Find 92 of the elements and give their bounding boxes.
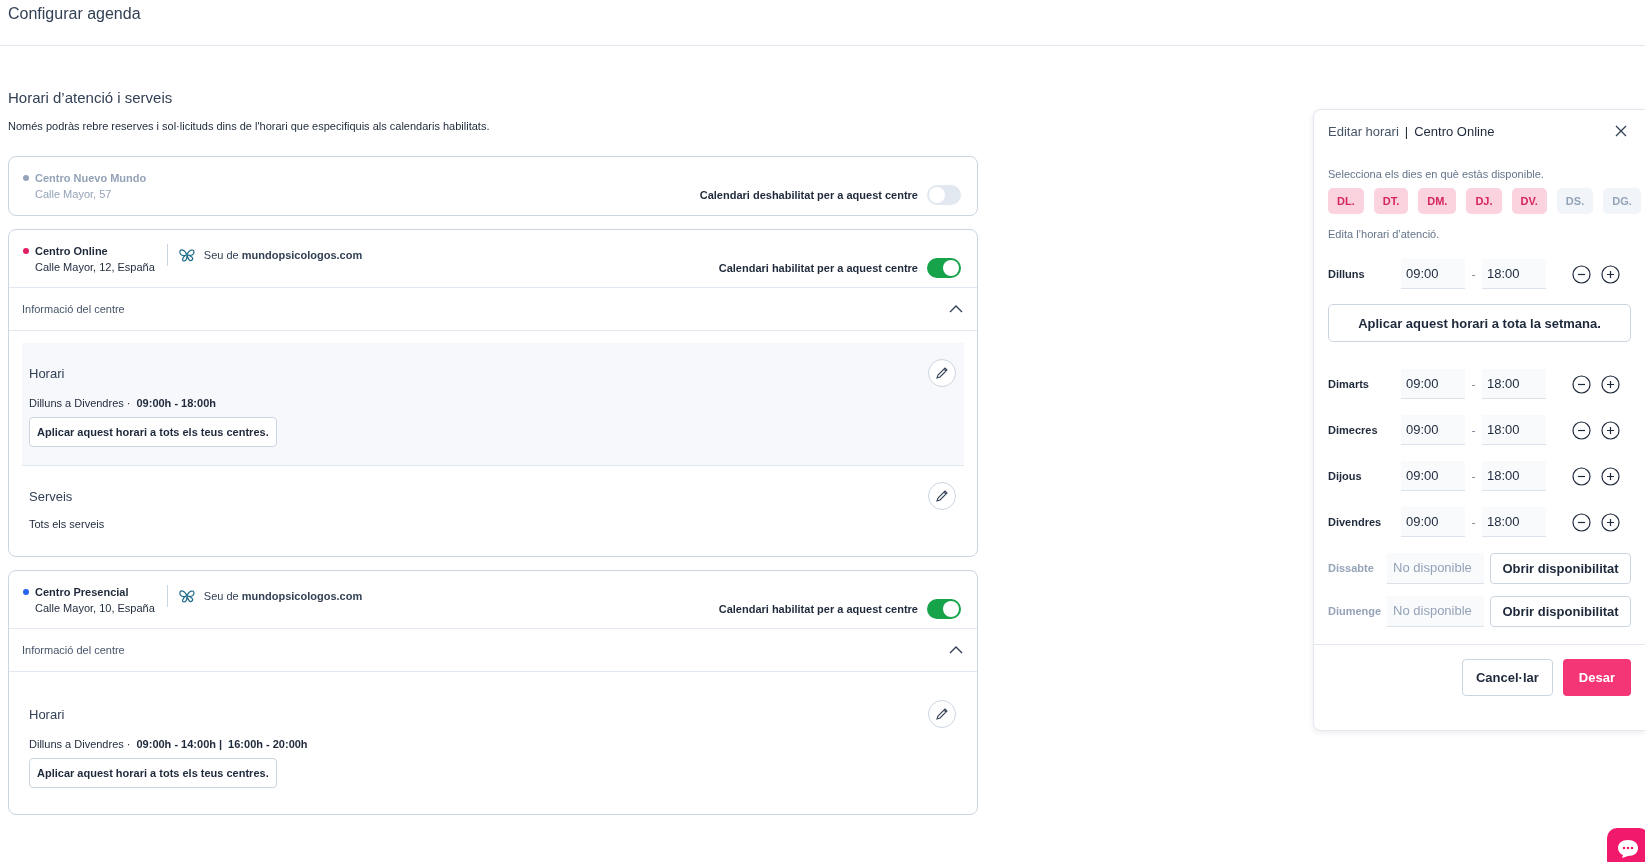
chevron-icon[interactable] [949,646,963,654]
center-name: Centro Presencial [35,585,129,598]
chat-button[interactable] [1607,828,1645,862]
center-address: Calle Mayor, 12, España [35,260,155,273]
end-time-field[interactable]: 18:00 [1482,369,1546,399]
add-icon[interactable] [1601,512,1620,532]
pencil-icon [935,489,949,503]
cancel-button[interactable]: Cancel·lar [1462,659,1553,696]
info-label: Informació del centre [22,644,125,656]
edit-prompt: Edita l’horari d’atenció. [1328,228,1441,240]
days-prompt: Selecciona els dies en què estàs disponible. [1328,168,1545,180]
section-heading: Serveis [29,488,73,504]
chevron-icon[interactable] [949,305,963,313]
hours-range: 09:00h - 18:00h [136,397,216,409]
remove-icon[interactable] [1572,420,1591,440]
info-label: Informació del centre [22,303,125,315]
day-label: Diumenge [1328,605,1383,617]
calendar-toggle[interactable] [927,598,961,619]
start-time-field[interactable]: 09:00 [1401,369,1465,399]
pencil-icon [935,707,949,721]
site-label: Seu de mundopsicologos.com [203,248,363,261]
edit-button[interactable] [928,359,956,387]
title-separator: | [1404,123,1409,139]
day-chip[interactable]: DL. [1328,188,1364,214]
center-name: Centro Nuevo Mundo [35,172,147,184]
section-heading: Horari [29,706,65,722]
add-icon[interactable] [1601,420,1620,440]
day-chip[interactable]: DV. [1511,188,1547,214]
apply-all-button[interactable]: Aplicar aquest horari a tots els teus centres. [29,758,277,788]
services-text: Tots els serveis [29,518,106,530]
toggle-label: Calendari deshabilitat per a aquest centre [699,189,918,201]
day-label: Dimarts [1328,378,1370,390]
apply-week-button[interactable]: Aplicar aquest horari a tota la setmana. [1328,304,1631,342]
open-availability-button[interactable]: Obrir disponibilitat [1490,552,1631,584]
remove-icon[interactable] [1572,512,1591,532]
days-range: Dilluns a Divendres · [29,397,131,409]
edit-button[interactable] [928,700,956,728]
close-icon[interactable] [1615,125,1627,137]
remove-icon[interactable] [1572,466,1591,486]
start-time-field[interactable]: 09:00 [1401,259,1465,289]
remove-icon[interactable] [1572,264,1591,284]
butterfly-icon [177,587,196,604]
day-label: Dijous [1328,470,1363,482]
unavailable-field[interactable]: No disponible [1387,595,1485,627]
add-icon[interactable] [1601,466,1620,486]
time-separator: - [1470,378,1477,390]
center-name: Centro Online [35,244,108,257]
start-time-field[interactable]: 09:00 [1401,415,1465,445]
chat-bubble-icon [1616,839,1640,859]
end-time-field[interactable]: 18:00 [1482,415,1546,445]
hours-range: 09:00h - 14:00h | [136,738,223,750]
day-label: Dissabte [1328,562,1375,574]
unavailable-field[interactable]: No disponible [1387,552,1485,584]
panel-center-name: Centro Online [1414,123,1495,139]
save-button[interactable]: Desar [1562,659,1631,696]
center-address: Calle Mayor, 10, España [35,601,155,614]
remove-icon[interactable] [1572,374,1591,394]
site-label: Seu de mundopsicologos.com [203,589,363,602]
apply-all-button[interactable]: Aplicar aquest horari a tots els teus centres. [29,417,277,447]
calendar-toggle[interactable] [927,185,961,205]
end-time-field[interactable]: 18:00 [1482,507,1546,537]
time-separator: - [1470,424,1477,436]
day-chip[interactable]: DJ. [1466,188,1502,214]
day-chip[interactable]: DM. [1418,188,1457,214]
pencil-icon [935,366,949,380]
butterfly-icon [177,246,196,263]
day-chip[interactable]: DT. [1373,188,1409,214]
center-address: Calle Mayor, 57 [35,188,113,200]
days-range: Dilluns a Divendres · [29,738,131,750]
section-title: Horari d’atenció i serveis [8,89,174,106]
time-separator: - [1470,268,1477,280]
toggle-label: Calendari habilitat per a aquest centre [718,261,918,274]
panel-title: Editar horari [1328,123,1399,139]
start-time-field[interactable]: 09:00 [1401,507,1465,537]
open-availability-button[interactable]: Obrir disponibilitat [1490,595,1631,627]
end-time-field[interactable]: 18:00 [1482,461,1546,491]
toggle-label: Calendari habilitat per a aquest centre [718,602,918,615]
hours-range: 16:00h - 20:00h [228,738,308,750]
add-icon[interactable] [1601,374,1620,394]
edit-button[interactable] [928,482,956,510]
section-heading: Horari [29,365,65,381]
page-title: Configurar agenda [8,5,141,23]
add-icon[interactable] [1601,264,1620,284]
day-label: Divendres [1328,516,1383,528]
day-label: Dilluns [1328,268,1366,280]
start-time-field[interactable]: 09:00 [1401,461,1465,491]
day-label: Dimecres [1328,424,1379,436]
time-separator: - [1470,470,1477,482]
end-time-field[interactable]: 18:00 [1482,259,1546,289]
time-separator: - [1470,516,1477,528]
calendar-toggle[interactable] [927,257,961,278]
section-description: Només podràs rebre reserves i sol·licituds dins de l'horari que especifiquis als calendaris habilitats. [8,120,491,132]
